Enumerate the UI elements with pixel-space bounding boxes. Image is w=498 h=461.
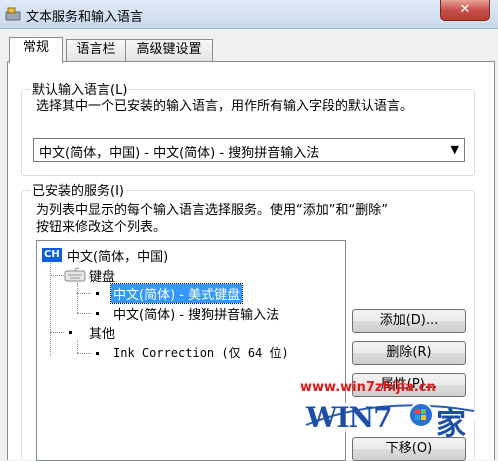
- title-bar: 文本服务和输入语言 ✕: [0, 0, 498, 29]
- keyboard-app-icon: [5, 7, 21, 21]
- bullet-icon: [96, 312, 99, 315]
- default-language-description: 选择其中一个已安装的输入语言，用作所有输入字段的默认语言。: [36, 99, 414, 114]
- tree-node-keyboard-item-sogou[interactable]: 中文(简体) - 搜狗拼音输入法: [113, 304, 279, 323]
- tree-line: [77, 293, 91, 294]
- language-badge: CH: [42, 248, 62, 262]
- default-language-value: 中文(简体，中国) - 中文(简体) - 搜狗拼音输入法: [39, 146, 320, 161]
- tree-line: [77, 283, 78, 313]
- tree-node-other[interactable]: 其他: [89, 323, 115, 342]
- tab-language-bar-label: 语言栏: [76, 42, 116, 57]
- tree-line: [77, 353, 91, 354]
- tab-general-label: 常规: [22, 40, 49, 55]
- remove-button[interactable]: 删除(R): [352, 341, 466, 365]
- bullet-icon: [69, 331, 72, 334]
- tree-line: [50, 263, 51, 356]
- bullet-icon: [96, 292, 99, 295]
- tree-line: [77, 340, 78, 353]
- tree-node-ink-correction[interactable]: Ink Correction (仅 64 位): [113, 344, 289, 361]
- installed-services-legend: 已安装的服务(I): [30, 180, 126, 199]
- move-down-button-label: 下移(O): [385, 441, 433, 456]
- tree-line: [77, 313, 91, 314]
- watermark-logo-suffix: 家: [436, 407, 466, 442]
- tree-node-keyboard[interactable]: 键盘: [89, 266, 115, 285]
- watermark-logo: WIN7 家: [300, 395, 478, 442]
- tab-advanced-label: 高级键设置: [136, 42, 202, 57]
- tree-node-keyboard-item-us[interactable]: 中文(简体) - 美式键盘: [109, 283, 244, 304]
- close-button[interactable]: ✕: [440, 0, 490, 21]
- watermark-url: www.win7zhijia.cn: [300, 380, 436, 395]
- installed-services-description-2: 按钮来修改这个列表。: [36, 220, 167, 235]
- keyboard-icon: [64, 267, 86, 282]
- remove-button-label: 删除(R): [386, 345, 432, 360]
- chevron-down-icon: ▼: [450, 143, 459, 156]
- close-icon: ✕: [459, 2, 471, 17]
- add-button[interactable]: 添加(D)...: [352, 309, 466, 333]
- tree-node-language[interactable]: 中文(简体，中国): [67, 246, 168, 265]
- add-button-label: 添加(D)...: [379, 313, 439, 328]
- tab-general[interactable]: 常规: [9, 37, 63, 63]
- bullet-icon: [96, 352, 99, 355]
- watermark-logo-text: WIN7: [306, 401, 393, 434]
- tab-language-bar[interactable]: 语言栏: [66, 39, 126, 61]
- default-language-dropdown[interactable]: 中文(简体，中国) - 中文(简体) - 搜狗拼音输入法 ▼: [33, 138, 465, 162]
- tree-line: [50, 332, 64, 333]
- window-title: 文本服务和输入语言: [26, 10, 144, 25]
- tab-advanced-key-settings[interactable]: 高级键设置: [125, 39, 213, 61]
- tree-line: [50, 275, 64, 276]
